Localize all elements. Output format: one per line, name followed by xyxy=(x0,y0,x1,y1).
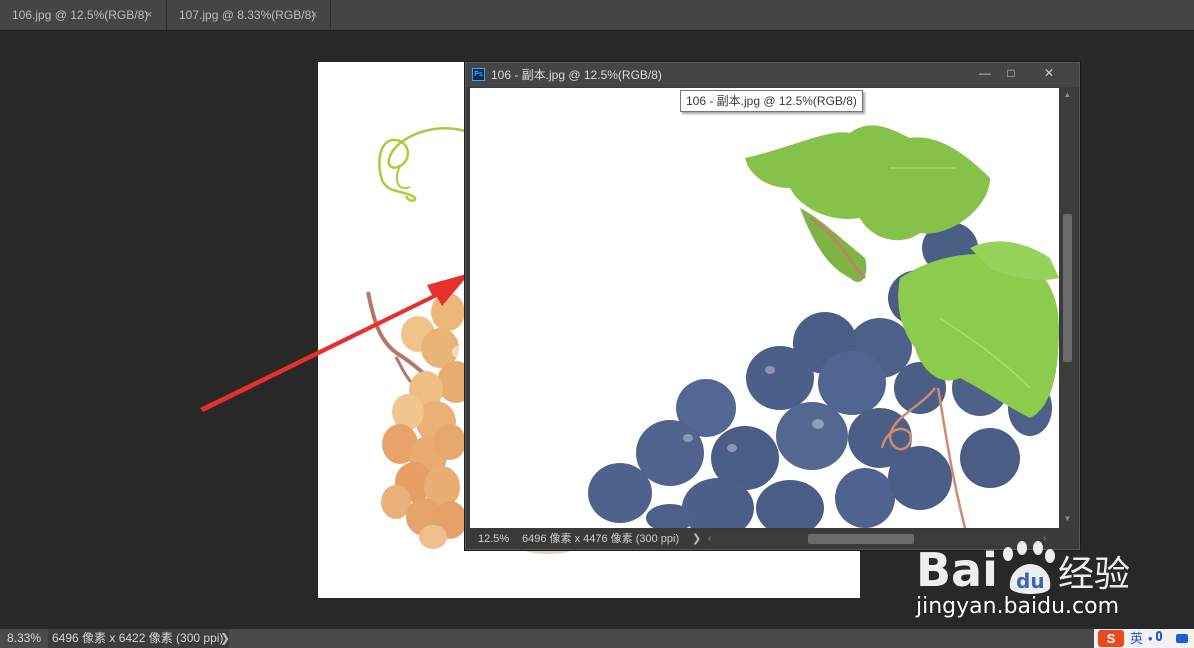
close-button[interactable]: ✕ xyxy=(1034,63,1064,83)
chevron-right-icon[interactable]: ❯ xyxy=(692,529,701,549)
document-view[interactable] xyxy=(470,88,1059,528)
zoom-level[interactable]: 8.33% xyxy=(7,629,41,648)
document-info: 6496 像素 x 6422 像素 (300 ppi) xyxy=(48,629,230,648)
ime-language-label[interactable]: 英 xyxy=(1130,629,1143,648)
svg-text:du: du xyxy=(1016,569,1045,593)
sogou-icon[interactable]: S xyxy=(1098,630,1124,647)
keyboard-icon[interactable] xyxy=(1176,634,1188,643)
restore-button[interactable]: □ xyxy=(996,63,1026,83)
svg-text:Bai: Bai xyxy=(916,543,998,597)
horizontal-scroll-thumb[interactable] xyxy=(808,534,914,544)
photoshop-icon: Ps xyxy=(472,68,485,81)
scroll-left-icon[interactable]: ‹ xyxy=(708,533,720,545)
svg-text:经验: 经验 xyxy=(1058,554,1130,595)
watermark-domain: jingyan.baidu.com xyxy=(916,594,1120,619)
blue-grapes-image xyxy=(588,125,1059,528)
scroll-up-icon[interactable]: ▲ xyxy=(1060,88,1075,102)
main-status-bar: 8.33% 6496 像素 x 6422 像素 (300 ppi) ❯ xyxy=(0,629,1194,648)
document-info: 6496 像素 x 4476 像素 (300 ppi) xyxy=(522,533,680,545)
dot-icon[interactable]: • xyxy=(1148,629,1153,648)
floating-document-window[interactable]: Ps 106 - 副本.jpg @ 12.5%(RGB/8) — □ ✕ ▲ ▼… xyxy=(465,62,1080,550)
ime-toolbar[interactable]: S 英 • xyxy=(1094,629,1194,648)
vertical-scroll-thumb[interactable] xyxy=(1063,214,1072,362)
microphone-icon[interactable] xyxy=(1156,631,1162,641)
chevron-right-icon[interactable]: ❯ xyxy=(220,629,230,648)
window-title: 106 - 副本.jpg @ 12.5%(RGB/8) xyxy=(491,68,662,82)
vertical-scrollbar[interactable]: ▲ ▼ xyxy=(1060,88,1075,528)
title-tooltip: 106 - 副本.jpg @ 12.5%(RGB/8) xyxy=(680,90,863,112)
zoom-level[interactable]: 12.5% xyxy=(478,529,509,549)
window-title-bar[interactable]: Ps 106 - 副本.jpg @ 12.5%(RGB/8) — □ ✕ xyxy=(466,63,1079,87)
